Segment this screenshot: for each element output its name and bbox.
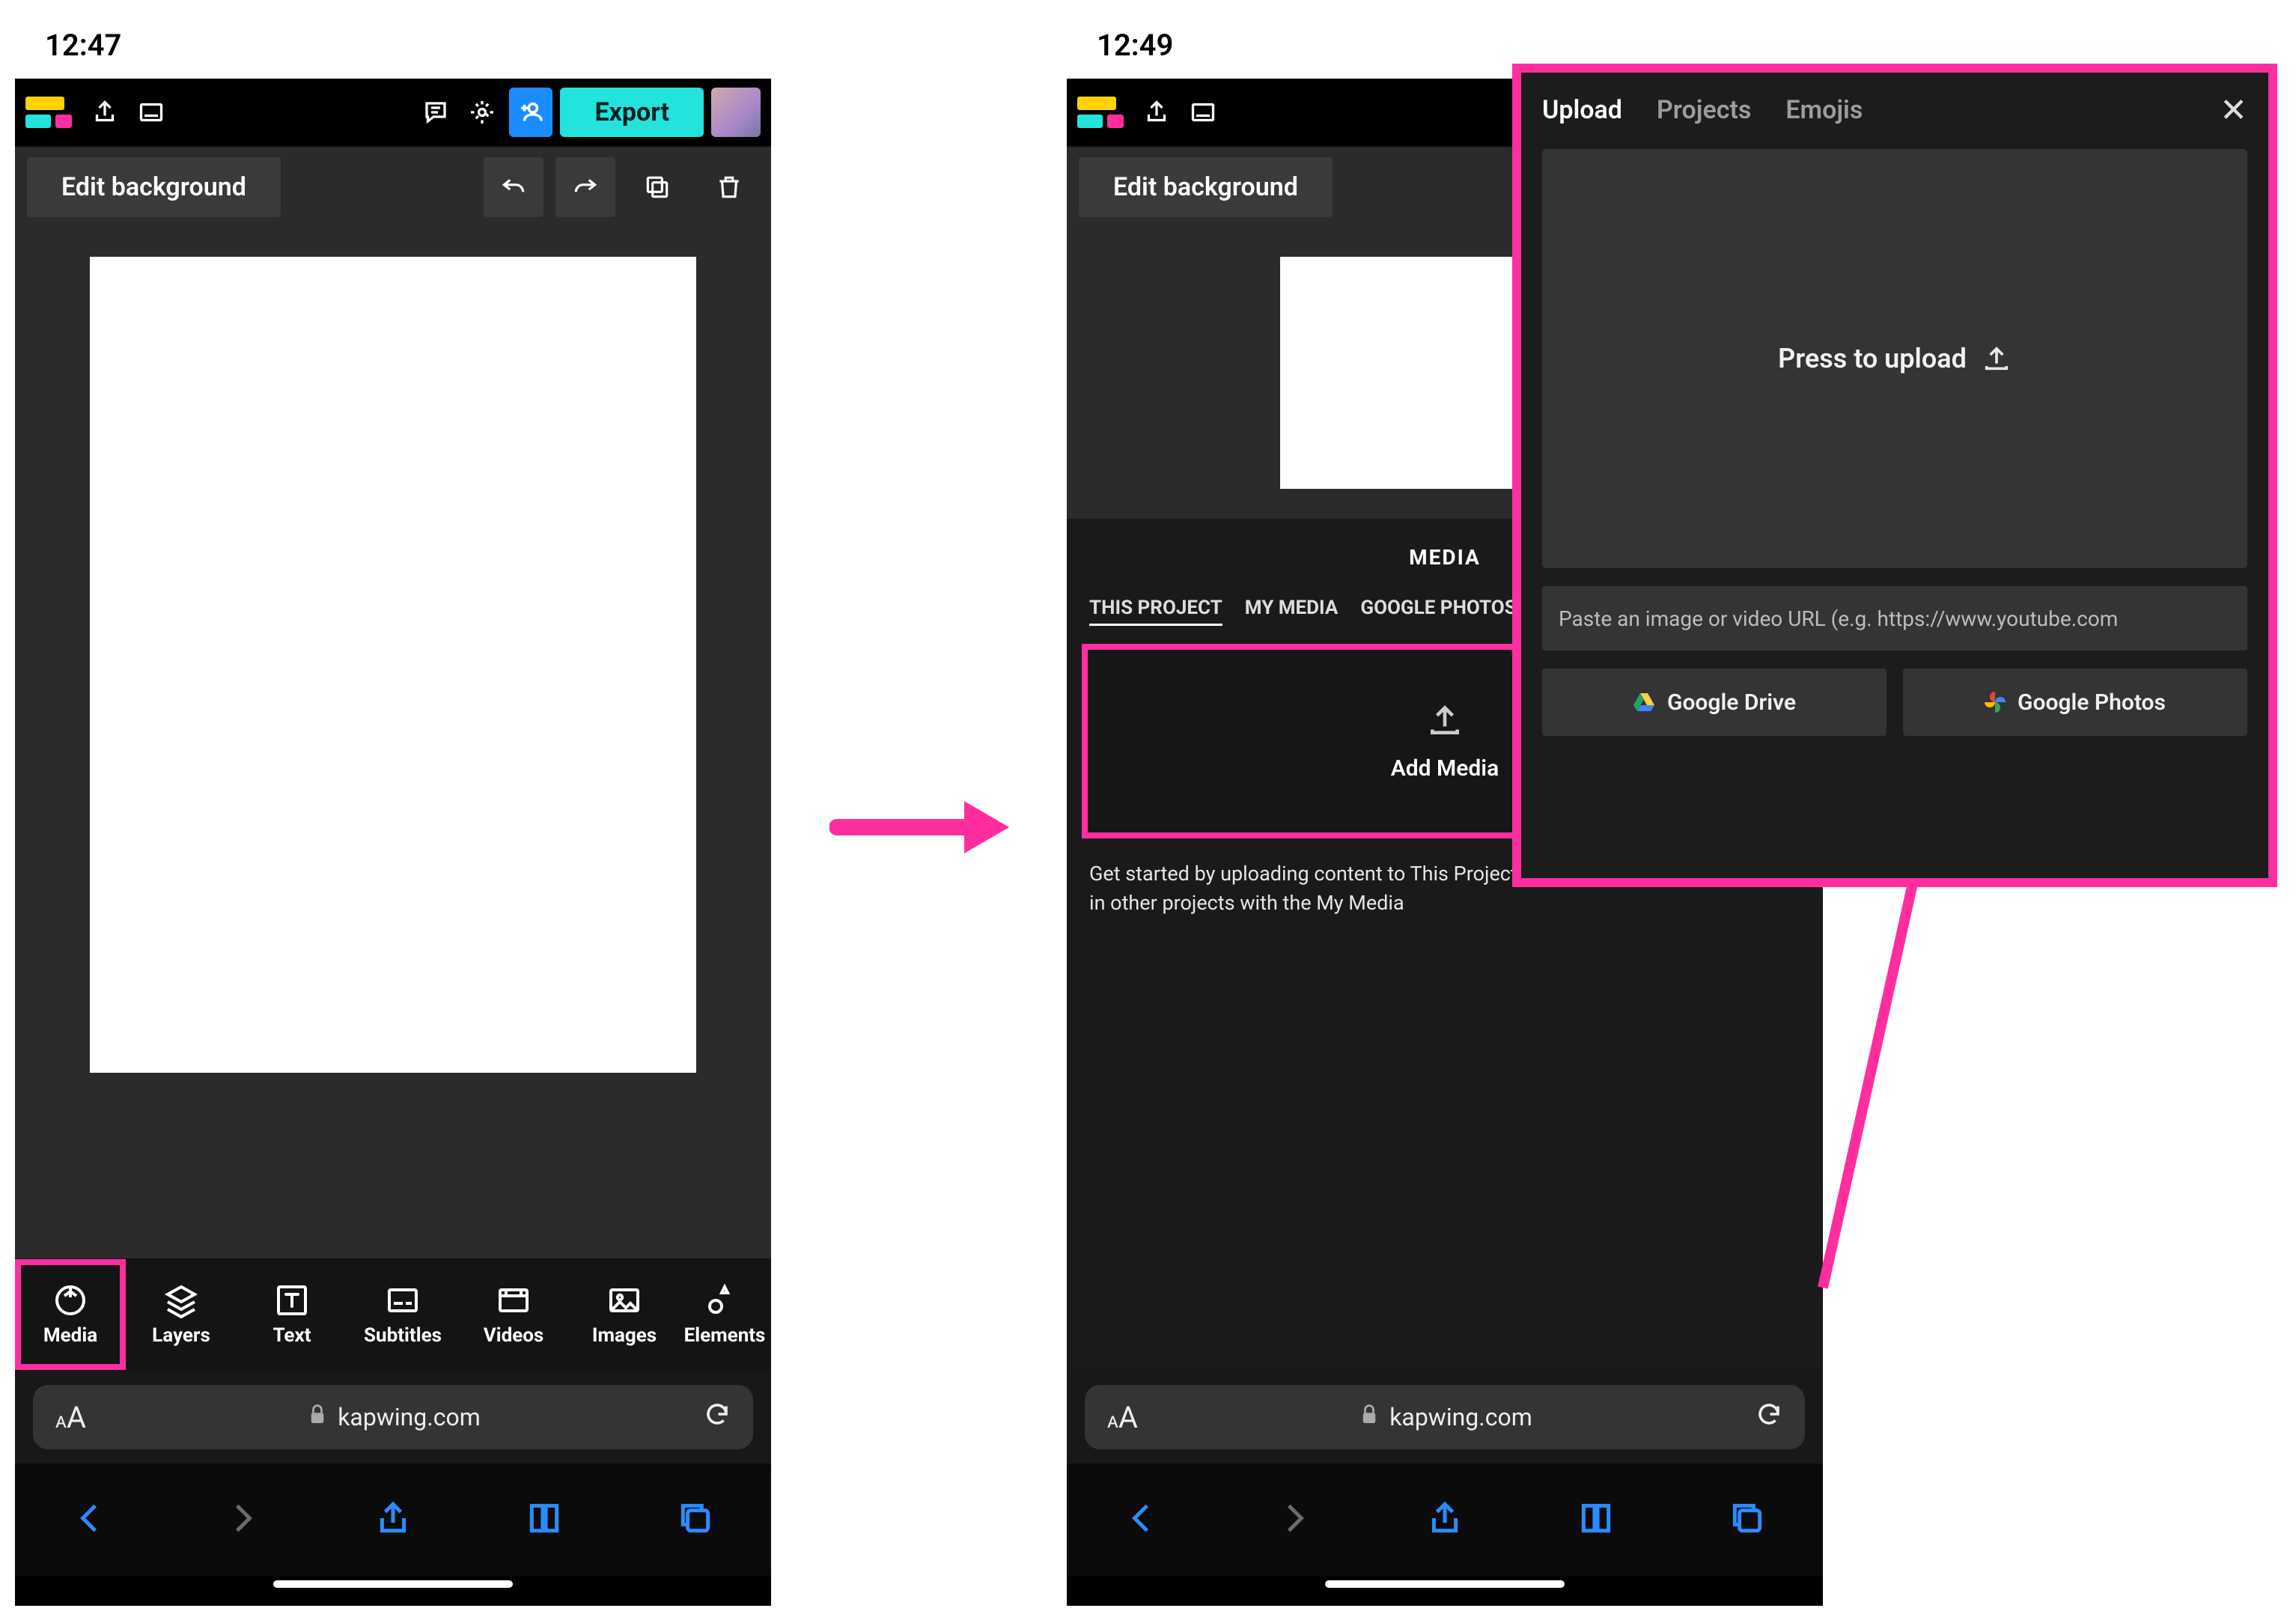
media-panel-title: MEDIA	[1409, 545, 1481, 570]
url-domain: kapwing.com	[338, 1403, 481, 1431]
kapwing-logo-icon[interactable]	[25, 90, 78, 135]
app-toolbar: Export	[15, 79, 771, 146]
popup-tab-projects[interactable]: Projects	[1657, 95, 1751, 125]
reload-icon[interactable]	[1756, 1401, 1782, 1434]
user-avatar[interactable]	[711, 88, 761, 137]
text-size-icon[interactable]: ᴀA	[55, 1400, 86, 1435]
canvas[interactable]	[90, 257, 696, 1073]
nav-bookmarks-icon[interactable]	[1577, 1499, 1615, 1540]
safari-bottom-nav	[1067, 1464, 1823, 1576]
caption-card-icon[interactable]	[132, 93, 171, 132]
url-field[interactable]: ᴀA kapwing.com	[1085, 1385, 1805, 1449]
reload-icon[interactable]	[704, 1401, 731, 1434]
tab-this-project[interactable]: THIS PROJECT	[1089, 597, 1222, 626]
callout-connector	[1815, 883, 1950, 1295]
kapwing-logo-icon[interactable]	[1077, 90, 1130, 135]
google-photos-label: Google Photos	[2018, 689, 2166, 716]
status-time: 12:49	[1097, 28, 1173, 63]
canvas-area[interactable]	[15, 227, 771, 1258]
safari-url-bar: ᴀA kapwing.com	[15, 1371, 771, 1464]
edit-background-button[interactable]: Edit background	[27, 157, 281, 217]
tab-elements[interactable]: Elements	[680, 1262, 770, 1367]
upload-icon	[1982, 344, 2012, 374]
add-user-button[interactable]	[509, 88, 552, 137]
tab-label: Images	[592, 1324, 657, 1347]
home-indicator	[15, 1576, 771, 1606]
nav-forward-icon	[223, 1499, 261, 1540]
export-button[interactable]: Export	[560, 88, 704, 137]
nav-back-icon[interactable]	[1124, 1499, 1161, 1540]
google-photos-button[interactable]: Google Photos	[1903, 669, 2247, 736]
share-icon[interactable]	[1137, 93, 1176, 132]
status-time: 12:47	[45, 28, 121, 63]
safari-url-bar: ᴀA kapwing.com	[1067, 1371, 1823, 1464]
paste-url-input[interactable]: Paste an image or video URL (e.g. https:…	[1542, 586, 2247, 651]
tab-images[interactable]: Images	[569, 1262, 680, 1367]
redo-button[interactable]	[555, 157, 615, 217]
nav-tabs-icon[interactable]	[677, 1499, 714, 1540]
tab-label: Elements	[684, 1324, 766, 1347]
google-drive-icon	[1633, 692, 1655, 712]
tab-google-photos[interactable]: GOOGLE PHOTOS	[1360, 597, 1516, 626]
add-media-label: Add Media	[1391, 755, 1499, 782]
phone-screenshot-1: 12:47 Export Edit back	[15, 11, 771, 1606]
ios-status-bar: 12:47	[15, 11, 771, 79]
google-drive-label: Google Drive	[1667, 689, 1796, 716]
tab-layers[interactable]: Layers	[126, 1262, 237, 1367]
press-to-upload-label: Press to upload	[1778, 343, 1967, 374]
nav-forward-icon	[1275, 1499, 1312, 1540]
upload-popup: Upload Projects Emojis ✕ Press to upload…	[1512, 64, 2277, 887]
popup-tab-upload[interactable]: Upload	[1542, 95, 1622, 125]
text-size-icon[interactable]: ᴀA	[1107, 1400, 1138, 1435]
settings-gear-icon[interactable]	[463, 93, 502, 132]
lock-icon	[309, 1403, 326, 1431]
press-to-upload-area[interactable]: Press to upload	[1542, 149, 2247, 568]
tab-label: Layers	[152, 1324, 210, 1347]
nav-share-icon[interactable]	[1426, 1499, 1464, 1540]
url-field[interactable]: ᴀA kapwing.com	[33, 1385, 753, 1449]
tab-my-media[interactable]: MY MEDIA	[1245, 597, 1339, 626]
nav-tabs-icon[interactable]	[1729, 1499, 1766, 1540]
upload-icon	[1426, 701, 1464, 742]
share-icon[interactable]	[85, 93, 124, 132]
google-photos-icon	[1985, 692, 2006, 713]
close-icon[interactable]: ✕	[2220, 91, 2247, 130]
home-indicator	[1067, 1576, 1823, 1606]
comment-icon[interactable]	[416, 93, 455, 132]
tab-label: Text	[272, 1324, 311, 1347]
copy-button[interactable]	[627, 157, 687, 217]
tab-label: Media	[43, 1324, 97, 1347]
caption-card-icon[interactable]	[1184, 93, 1222, 132]
safari-bottom-nav	[15, 1464, 771, 1576]
undo-button[interactable]	[484, 157, 543, 217]
delete-button[interactable]	[699, 157, 759, 217]
nav-back-icon[interactable]	[72, 1499, 109, 1540]
tab-label: Videos	[484, 1324, 544, 1347]
lock-icon	[1361, 1403, 1377, 1431]
tab-media[interactable]: Media	[15, 1259, 126, 1370]
nav-share-icon[interactable]	[374, 1499, 412, 1540]
google-drive-button[interactable]: Google Drive	[1542, 669, 1887, 736]
tab-text[interactable]: Text	[237, 1262, 347, 1367]
edit-background-button[interactable]: Edit background	[1079, 157, 1333, 217]
bottom-tool-tabs: Media Layers Text Subtitles Videos Image…	[15, 1258, 771, 1371]
url-domain: kapwing.com	[1389, 1403, 1532, 1431]
tab-videos[interactable]: Videos	[458, 1262, 569, 1367]
nav-bookmarks-icon[interactable]	[526, 1499, 563, 1540]
popup-tab-emojis[interactable]: Emojis	[1785, 95, 1863, 125]
arrow-icon	[829, 794, 1017, 861]
tab-subtitles[interactable]: Subtitles	[347, 1262, 458, 1367]
tab-label: Subtitles	[364, 1324, 442, 1347]
edit-toolbar: Edit background	[15, 146, 771, 227]
